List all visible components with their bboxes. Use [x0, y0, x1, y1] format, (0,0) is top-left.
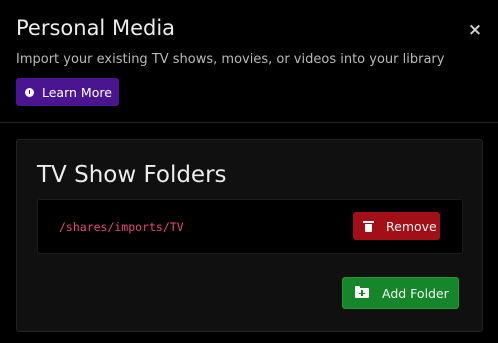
panel-title: TV Show Folders: [37, 162, 227, 188]
dialog-header: Personal Media × Import your existing TV…: [0, 0, 498, 123]
trash-icon: [363, 220, 374, 232]
tv-show-folders-panel: TV Show Folders /shares/imports/TV Remov…: [16, 139, 483, 332]
folder-path: /shares/imports/TV: [59, 220, 184, 234]
dialog-title: Personal Media: [16, 16, 176, 40]
learn-more-label: Learn More: [42, 84, 112, 100]
learn-more-button[interactable]: Learn More: [16, 78, 119, 106]
remove-label: Remove: [386, 218, 437, 234]
dialog-subtitle: Import your existing TV shows, movies, o…: [16, 52, 445, 67]
add-folder-label: Add Folder: [382, 285, 449, 301]
folder-row: /shares/imports/TV Remove: [37, 199, 463, 254]
close-icon[interactable]: ×: [466, 16, 484, 44]
add-folder-button[interactable]: Add Folder: [342, 277, 459, 309]
info-circle-icon: [25, 87, 34, 97]
personal-media-dialog: Personal Media × Import your existing TV…: [0, 0, 498, 343]
folder-plus-icon: [355, 286, 369, 298]
remove-folder-button[interactable]: Remove: [353, 212, 440, 240]
